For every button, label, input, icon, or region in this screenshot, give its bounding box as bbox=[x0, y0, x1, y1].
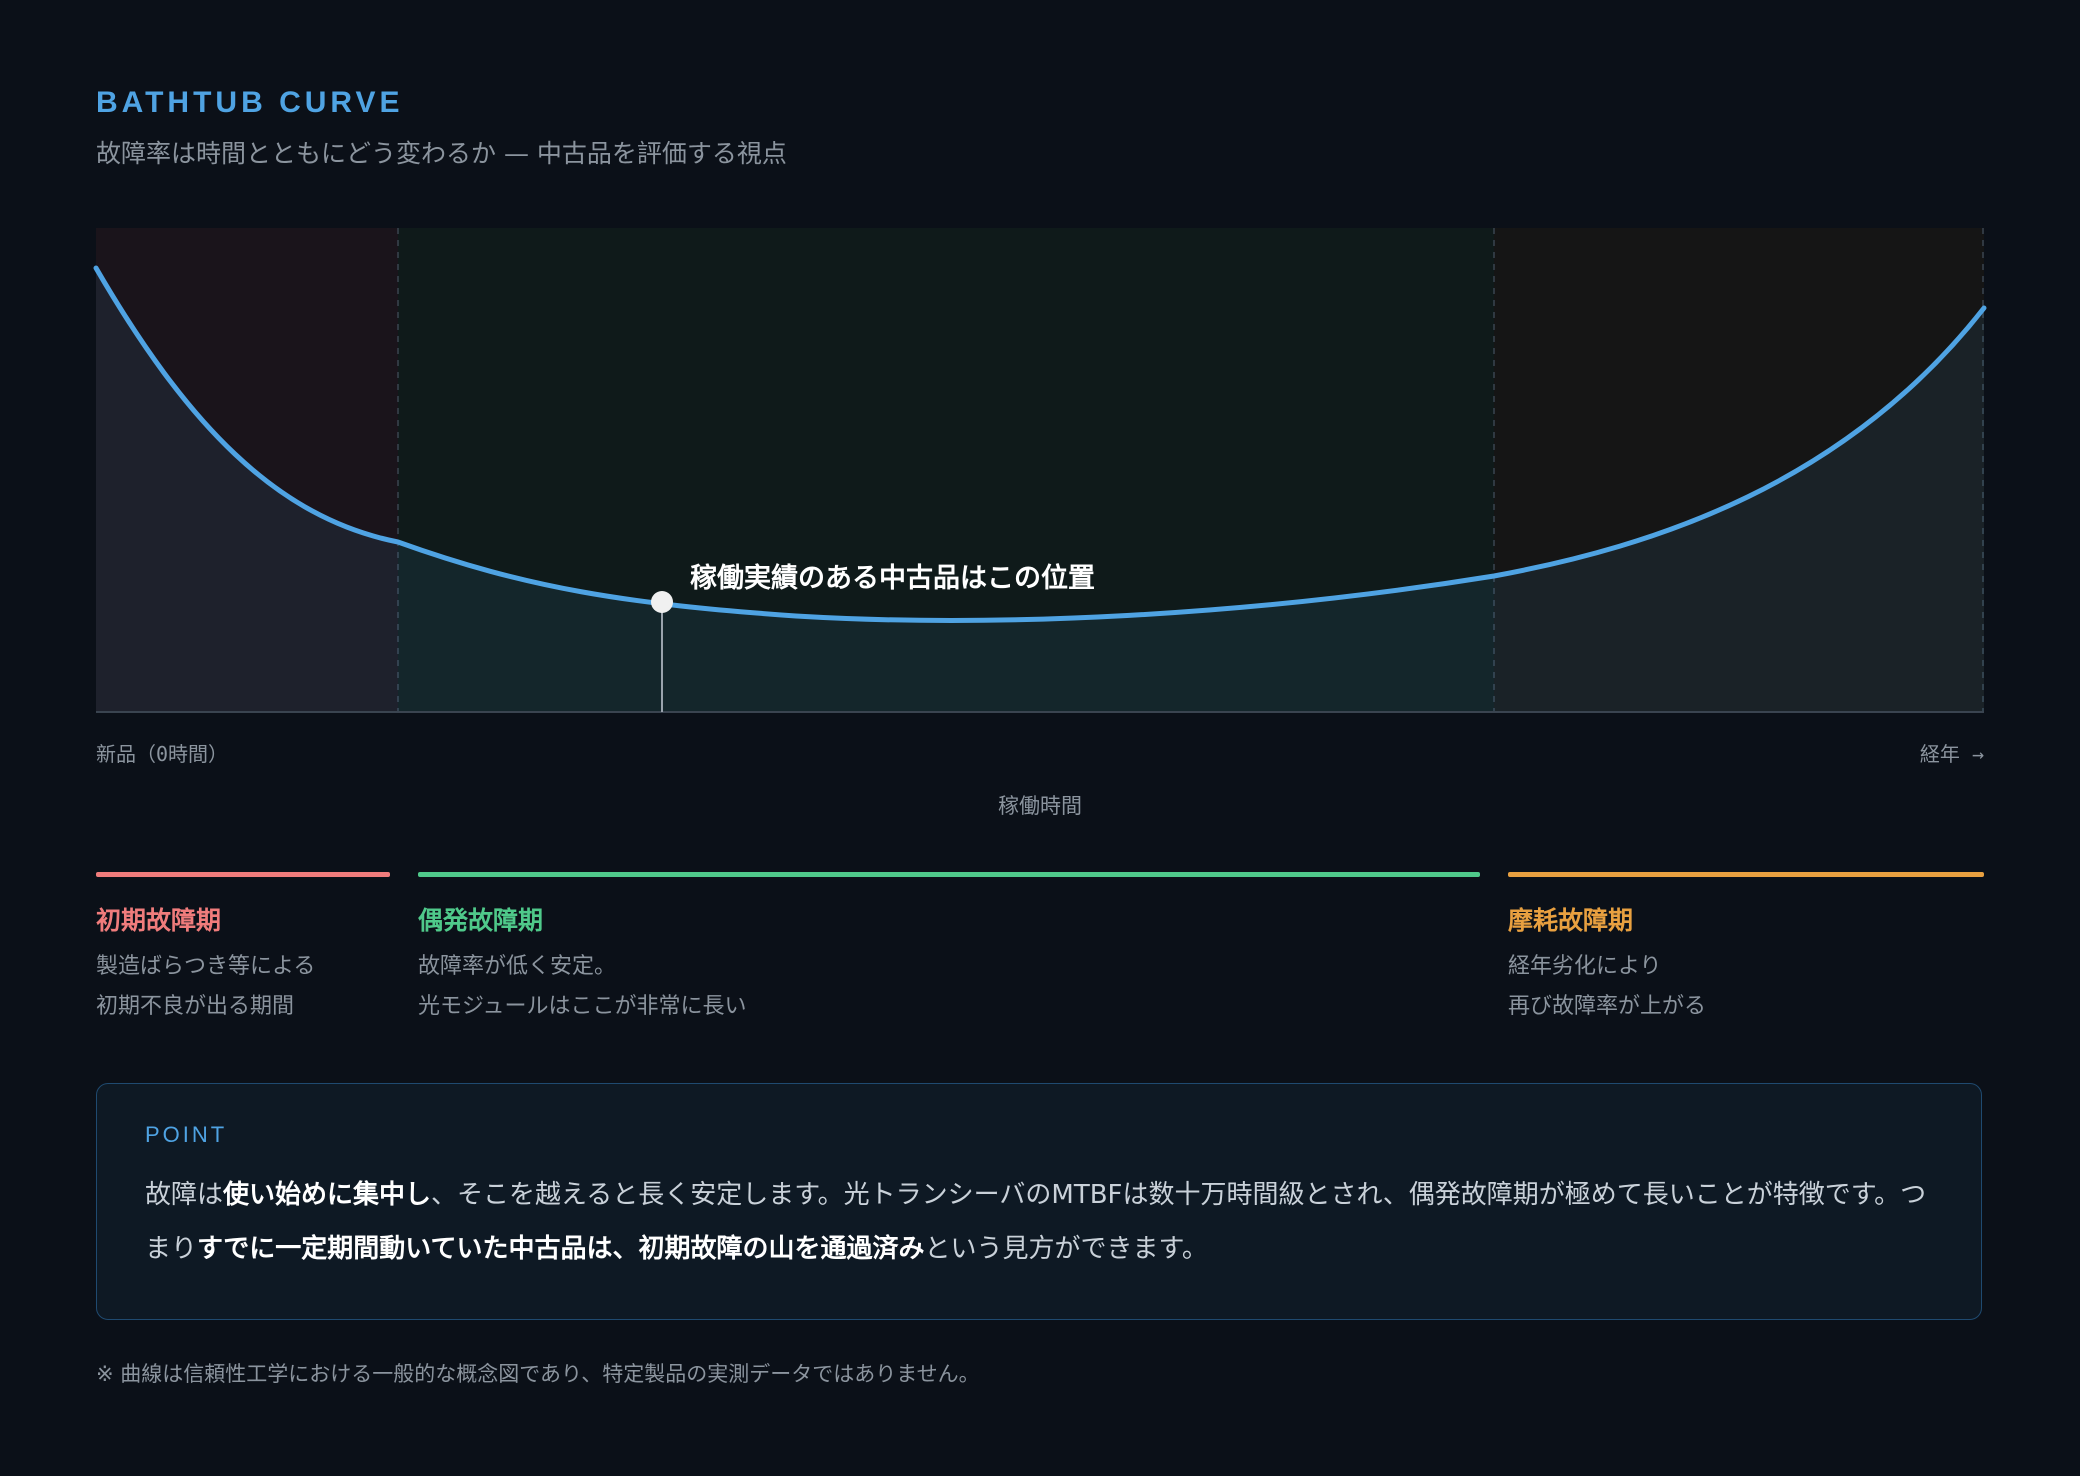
x-axis-start-label: 新品（0時間） bbox=[96, 742, 229, 766]
phase-wearout-desc-line2: 再び故障率が上がる bbox=[1508, 994, 1707, 1019]
footnote: ※ 曲線は信頼性工学における一般的な概念図であり、特定製品の実測データではありま… bbox=[96, 1362, 980, 1386]
used-product-marker-label: 稼働実績のある中古品はこの位置 bbox=[690, 562, 1095, 594]
page-eyebrow-title: BATHTUB CURVE bbox=[96, 86, 404, 119]
x-axis-end-label: 経年 → bbox=[1919, 742, 1984, 766]
bathtub-curve-diagram: 稼働実績のある中古品はこの位置 bbox=[93, 228, 1987, 713]
phase-random-name: 偶発故障期 bbox=[418, 906, 544, 935]
phase-wearout-bar bbox=[1508, 872, 1984, 877]
phase-random-bar bbox=[418, 872, 1480, 877]
point-text-3: という見方ができます。 bbox=[924, 1234, 1208, 1264]
phase-wearout-desc: 経年劣化により 再び故障率が上がる bbox=[1508, 947, 1984, 1027]
page-subtitle: 故障率は時間とともにどう変わるか — 中古品を評価する視点 bbox=[96, 139, 787, 168]
phase-wearout-name: 摩耗故障期 bbox=[1508, 906, 1634, 935]
phase-random-desc-line2: 光モジュールはここが非常に長い bbox=[418, 994, 747, 1019]
phase-early-failure: 初期故障期 製造ばらつき等による 初期不良が出る期間 bbox=[96, 872, 390, 1027]
phase-early-name: 初期故障期 bbox=[96, 906, 222, 935]
phase-random-failure: 偶発故障期 故障率が低く安定。 光モジュールはここが非常に長い bbox=[418, 872, 1480, 1027]
phase-early-desc: 製造ばらつき等による 初期不良が出る期間 bbox=[96, 947, 390, 1027]
phase-early-desc-line2: 初期不良が出る期間 bbox=[96, 994, 295, 1019]
phase-random-desc: 故障率が低く安定。 光モジュールはここが非常に長い bbox=[418, 947, 1480, 1027]
point-bold-1: 使い始めに集中し bbox=[223, 1180, 432, 1210]
point-label: POINT bbox=[145, 1122, 228, 1147]
point-bold-2: すでに一定期間動いていた中古品は、初期故障の山を通過済み bbox=[197, 1234, 925, 1264]
phase-wearout-failure: 摩耗故障期 経年劣化により 再び故障率が上がる bbox=[1508, 872, 1984, 1027]
phase-wearout-desc-line1: 経年劣化により bbox=[1508, 954, 1662, 979]
phase-early-desc-line1: 製造ばらつき等による bbox=[96, 954, 316, 979]
x-axis-title: 稼働時間 bbox=[998, 794, 1082, 818]
point-text-1: 故障は bbox=[145, 1180, 224, 1210]
phase-early-bar bbox=[96, 872, 390, 877]
point-body-text: 故障は使い始めに集中し、そこを越えると長く安定します。光トランシーバのMTBFは… bbox=[145, 1168, 1933, 1276]
point-callout-box: POINT 故障は使い始めに集中し、そこを越えると長く安定します。光トランシーバ… bbox=[96, 1083, 1982, 1320]
phase-random-desc-line1: 故障率が低く安定。 bbox=[418, 954, 617, 979]
used-product-marker bbox=[651, 591, 673, 613]
